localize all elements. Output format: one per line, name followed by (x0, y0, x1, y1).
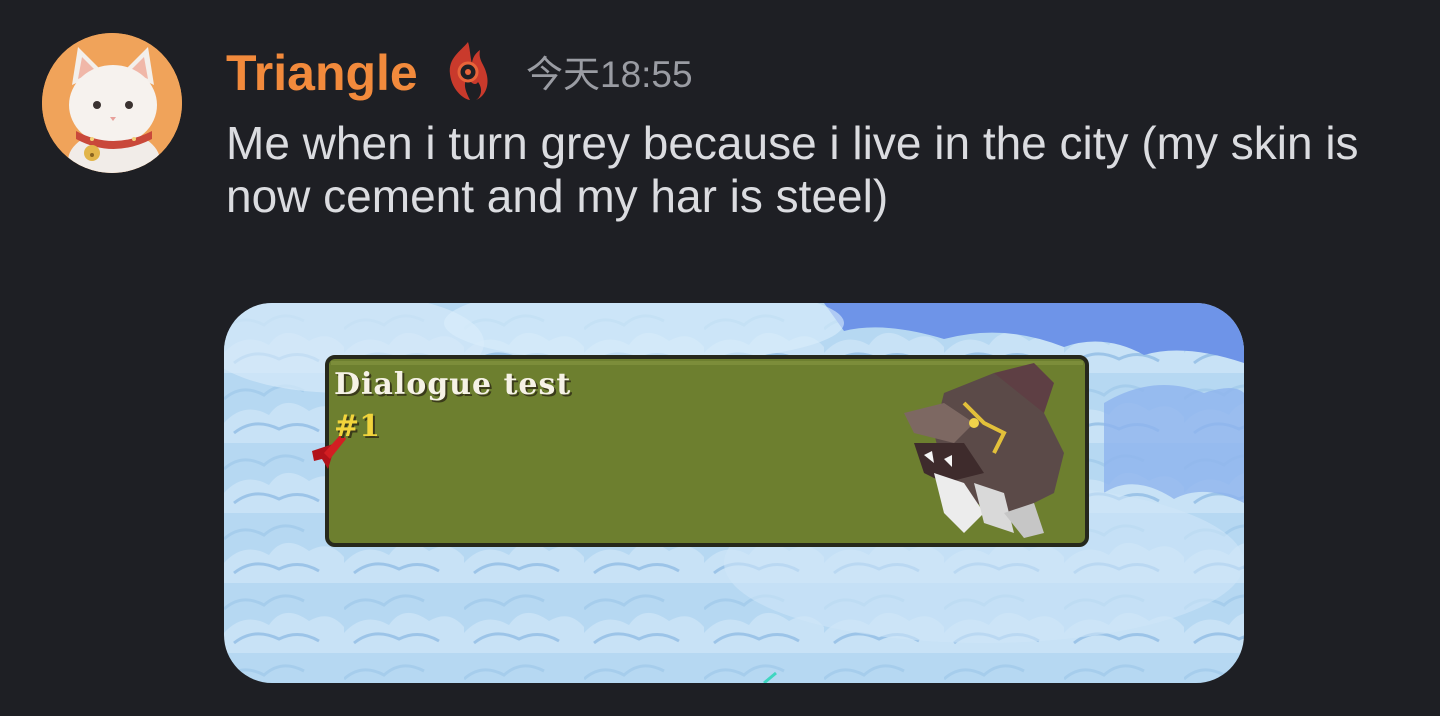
image-attachment[interactable]: Dialogue test #1 (224, 303, 1244, 683)
author-name[interactable]: Triangle (226, 40, 418, 106)
dialogue-subtitle: #1 (334, 409, 381, 444)
chat-message: Triangle 今天18:55 Me when i turn grey bec… (0, 0, 1440, 716)
dialogue-title: Dialogue test (334, 367, 572, 402)
message-timestamp: 今天18:55 (526, 54, 693, 95)
flame-badge-icon[interactable] (440, 38, 496, 104)
cat-avatar-icon[interactable] (42, 33, 182, 173)
message-content: Me when i turn grey because i live in th… (226, 117, 1359, 222)
